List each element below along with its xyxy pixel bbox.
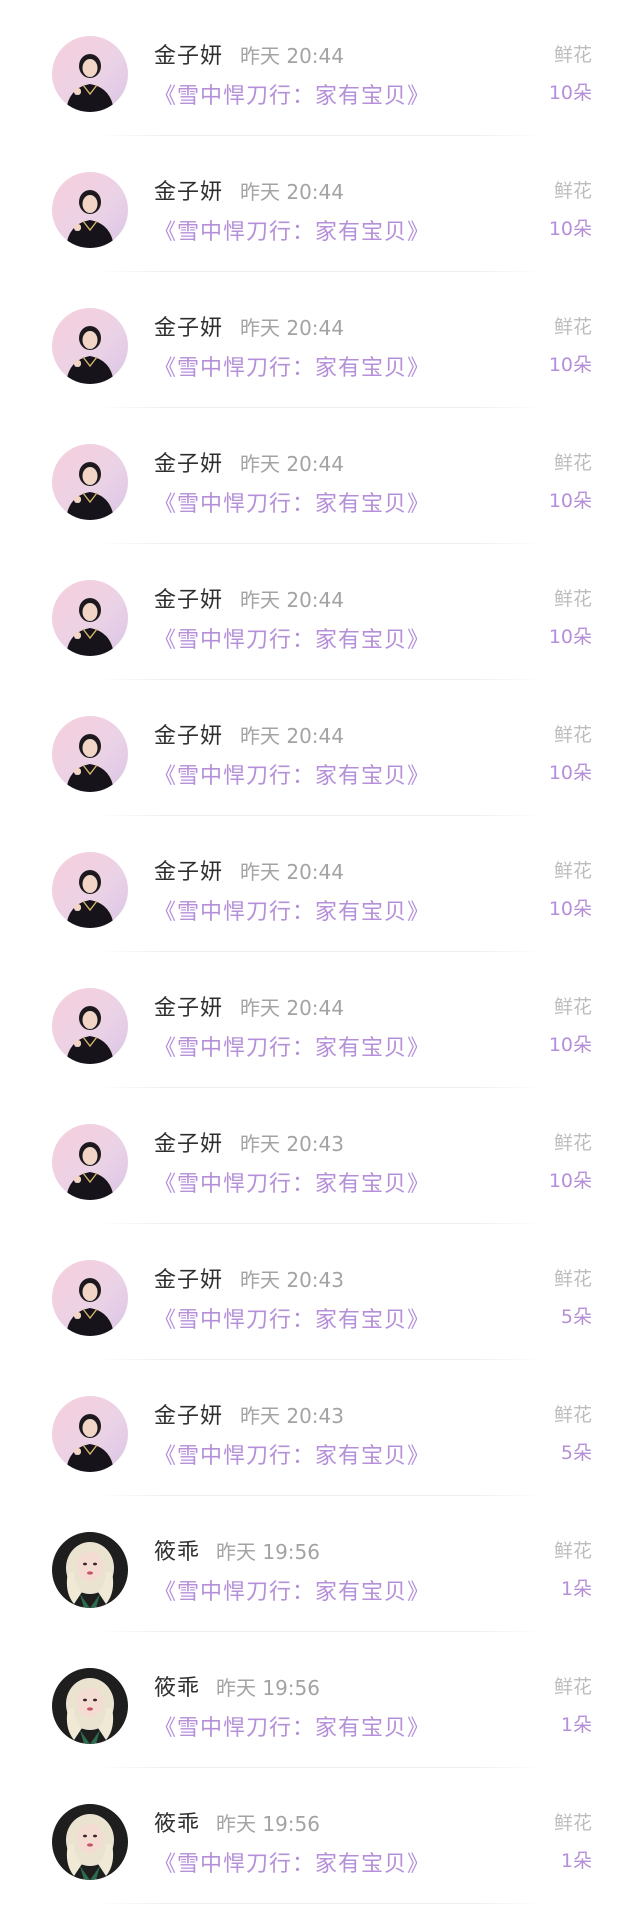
gift-type: 鲜花 [553,452,592,474]
gift-record-row[interactable]: 金子妍 昨天 20:44 《雪中悍刀行：家有宝贝》 鲜花 10朵 [0,0,640,136]
gift-count: 10朵 [548,218,592,240]
user-avatar[interactable] [52,1668,128,1744]
user-avatar[interactable] [52,1804,128,1880]
gift-type: 鲜花 [553,1132,592,1154]
user-name[interactable]: 金子妍 [154,310,223,342]
book-title-link[interactable]: 《雪中悍刀行：家有宝贝》 [154,1574,430,1606]
book-title-link[interactable]: 《雪中悍刀行：家有宝贝》 [154,1166,430,1198]
gift-type: 鲜花 [553,1404,592,1426]
gift-count: 10朵 [548,490,592,512]
user-avatar[interactable] [52,1532,128,1608]
book-title-link[interactable]: 《雪中悍刀行：家有宝贝》 [154,1030,430,1062]
book-title-link[interactable]: 《雪中悍刀行：家有宝贝》 [154,622,430,654]
gift-type: 鲜花 [553,1676,592,1698]
gift-record-row[interactable]: 金子妍 昨天 20:44 《雪中悍刀行：家有宝贝》 鲜花 10朵 [0,952,640,1088]
book-title-link[interactable]: 《雪中悍刀行：家有宝贝》 [154,486,430,518]
book-title-link[interactable]: 《雪中悍刀行：家有宝贝》 [154,78,430,110]
gift-record-row[interactable]: 筱乖 昨天 19:56 《雪中悍刀行：家有宝贝》 鲜花 1朵 [0,1768,640,1904]
gift-count: 5朵 [560,1442,592,1464]
book-title-link[interactable]: 《雪中悍刀行：家有宝贝》 [154,1302,430,1334]
gift-count: 10朵 [548,354,592,376]
gift-record-row[interactable]: 筱乖 昨天 19:56 《雪中悍刀行：家有宝贝》 鲜花 1朵 [0,1632,640,1768]
user-avatar[interactable] [52,1124,128,1200]
user-name[interactable]: 筱乖 [154,1534,200,1566]
user-name[interactable]: 金子妍 [154,38,223,70]
gift-record-row[interactable]: 筱乖 昨天 19:56 《雪中悍刀行：家有宝贝》 鲜花 1朵 [0,1496,640,1632]
gift-time: 昨天 20:44 [240,316,344,340]
user-avatar[interactable] [52,308,128,384]
user-name[interactable]: 金子妍 [154,1398,223,1430]
gift-count: 5朵 [560,1306,592,1328]
gift-time: 昨天 19:56 [216,1676,320,1700]
gift-type: 鲜花 [553,724,592,746]
user-name[interactable]: 金子妍 [154,174,223,206]
gift-record-row[interactable]: 金子妍 昨天 20:43 《雪中悍刀行：家有宝贝》 鲜花 5朵 [0,1224,640,1360]
book-title-link[interactable]: 《雪中悍刀行：家有宝贝》 [154,214,430,246]
gift-record-row[interactable]: 金子妍 昨天 20:44 《雪中悍刀行：家有宝贝》 鲜花 10朵 [0,680,640,816]
gift-type: 鲜花 [553,180,592,202]
gift-record-row[interactable]: 金子妍 昨天 20:44 《雪中悍刀行：家有宝贝》 鲜花 10朵 [0,136,640,272]
user-avatar[interactable] [52,1260,128,1336]
book-title-link[interactable]: 《雪中悍刀行：家有宝贝》 [154,1710,430,1742]
gift-record-row[interactable]: 金子妍 昨天 20:44 《雪中悍刀行：家有宝贝》 鲜花 10朵 [0,544,640,680]
user-avatar[interactable] [52,716,128,792]
gift-type: 鲜花 [553,1268,592,1290]
book-title-link[interactable]: 《雪中悍刀行：家有宝贝》 [154,758,430,790]
gift-count: 10朵 [548,626,592,648]
user-name[interactable]: 金子妍 [154,990,223,1022]
gift-record-list: 金子妍 昨天 20:44 《雪中悍刀行：家有宝贝》 鲜花 10朵 金子妍 昨天 … [0,0,640,1904]
gift-type: 鲜花 [553,44,592,66]
gift-count: 10朵 [548,898,592,920]
gift-type: 鲜花 [553,1540,592,1562]
gift-type: 鲜花 [553,316,592,338]
user-avatar[interactable] [52,580,128,656]
user-name[interactable]: 金子妍 [154,1262,223,1294]
gift-type: 鲜花 [553,588,592,610]
book-title-link[interactable]: 《雪中悍刀行：家有宝贝》 [154,894,430,926]
gift-time: 昨天 20:43 [240,1132,344,1156]
gift-time: 昨天 20:44 [240,44,344,68]
gift-time: 昨天 20:44 [240,724,344,748]
gift-time: 昨天 20:44 [240,996,344,1020]
gift-count: 1朵 [560,1850,592,1872]
gift-type: 鲜花 [553,1812,592,1834]
gift-type: 鲜花 [553,860,592,882]
user-avatar[interactable] [52,36,128,112]
user-name[interactable]: 筱乖 [154,1806,200,1838]
gift-record-row[interactable]: 金子妍 昨天 20:44 《雪中悍刀行：家有宝贝》 鲜花 10朵 [0,272,640,408]
gift-time: 昨天 20:44 [240,452,344,476]
gift-time: 昨天 20:44 [240,588,344,612]
gift-time: 昨天 19:56 [216,1540,320,1564]
user-name[interactable]: 筱乖 [154,1670,200,1702]
user-name[interactable]: 金子妍 [154,1126,223,1158]
user-avatar[interactable] [52,172,128,248]
user-name[interactable]: 金子妍 [154,854,223,886]
book-title-link[interactable]: 《雪中悍刀行：家有宝贝》 [154,1438,430,1470]
book-title-link[interactable]: 《雪中悍刀行：家有宝贝》 [154,350,430,382]
gift-count: 10朵 [548,1034,592,1056]
book-title-link[interactable]: 《雪中悍刀行：家有宝贝》 [154,1846,430,1878]
user-avatar[interactable] [52,988,128,1064]
user-avatar[interactable] [52,1396,128,1472]
gift-record-row[interactable]: 金子妍 昨天 20:43 《雪中悍刀行：家有宝贝》 鲜花 10朵 [0,1088,640,1224]
user-avatar[interactable] [52,444,128,520]
user-name[interactable]: 金子妍 [154,582,223,614]
gift-time: 昨天 19:56 [216,1812,320,1836]
gift-record-row[interactable]: 金子妍 昨天 20:44 《雪中悍刀行：家有宝贝》 鲜花 10朵 [0,816,640,952]
gift-count: 1朵 [560,1578,592,1600]
gift-record-row[interactable]: 金子妍 昨天 20:44 《雪中悍刀行：家有宝贝》 鲜花 10朵 [0,408,640,544]
gift-time: 昨天 20:43 [240,1404,344,1428]
gift-count: 10朵 [548,82,592,104]
gift-time: 昨天 20:44 [240,860,344,884]
user-avatar[interactable] [52,852,128,928]
gift-time: 昨天 20:43 [240,1268,344,1292]
gift-record-row[interactable]: 金子妍 昨天 20:43 《雪中悍刀行：家有宝贝》 鲜花 5朵 [0,1360,640,1496]
user-name[interactable]: 金子妍 [154,718,223,750]
gift-count: 10朵 [548,762,592,784]
user-name[interactable]: 金子妍 [154,446,223,478]
gift-type: 鲜花 [553,996,592,1018]
gift-time: 昨天 20:44 [240,180,344,204]
gift-count: 1朵 [560,1714,592,1736]
gift-count: 10朵 [548,1170,592,1192]
